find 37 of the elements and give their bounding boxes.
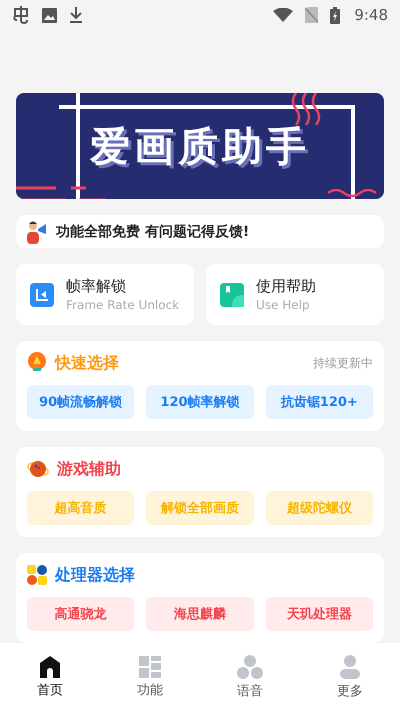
nav-tab[interactable]: 更多 xyxy=(300,643,400,711)
megaphone-person-icon xyxy=(26,220,48,244)
battery-charging-icon xyxy=(330,6,340,24)
shortcut-card[interactable]: 帧率解锁 Frame Rate Unlock xyxy=(16,264,194,325)
wifi-icon xyxy=(273,8,294,22)
shortcut-title: 使用帮助 xyxy=(256,277,316,296)
planet-icon xyxy=(27,458,49,480)
tiles-icon xyxy=(27,565,47,585)
section-title: 处理器选择 xyxy=(55,564,135,586)
notice-text: 功能全部免费 有问题记得反馈! xyxy=(56,222,250,241)
option-button[interactable]: 120帧率解锁 xyxy=(146,385,254,419)
unlock-frame-icon xyxy=(30,282,54,306)
circles-icon xyxy=(237,654,263,678)
option-button[interactable]: 高通骁龙 xyxy=(27,597,134,631)
download-icon xyxy=(69,7,83,23)
section-title: 快速选择 xyxy=(55,352,119,374)
option-button[interactable]: 90帧流畅解锁 xyxy=(27,385,134,419)
image-icon xyxy=(42,8,57,22)
banner-title: 爱画质助手 xyxy=(90,122,310,172)
nav-tab[interactable]: 功能 xyxy=(100,643,200,711)
shortcut-subtitle: Frame Rate Unlock xyxy=(66,298,180,312)
home-icon xyxy=(40,656,60,678)
person-icon xyxy=(340,654,360,678)
grid-icon xyxy=(139,656,161,678)
shortcut-title: 帧率解锁 xyxy=(66,277,127,296)
nav-tab[interactable]: 语音 xyxy=(200,643,300,711)
option-button[interactable]: 天玑处理器 xyxy=(266,597,373,631)
no-sim-icon xyxy=(305,7,318,23)
option-button[interactable]: 抗齿锯120+ xyxy=(266,385,373,419)
clock-time: 9:48 xyxy=(354,6,388,24)
shortcut-card[interactable]: 使用帮助 Use Help xyxy=(206,264,384,325)
section-title: 游戏辅助 xyxy=(57,458,121,480)
shortcut-subtitle: Use Help xyxy=(256,298,311,312)
book-icon xyxy=(220,282,244,306)
option-button[interactable]: 海思麒麟 xyxy=(146,597,254,631)
section-note: 持续更新中 xyxy=(313,354,373,372)
nav-tab[interactable]: 首页 xyxy=(0,643,100,711)
